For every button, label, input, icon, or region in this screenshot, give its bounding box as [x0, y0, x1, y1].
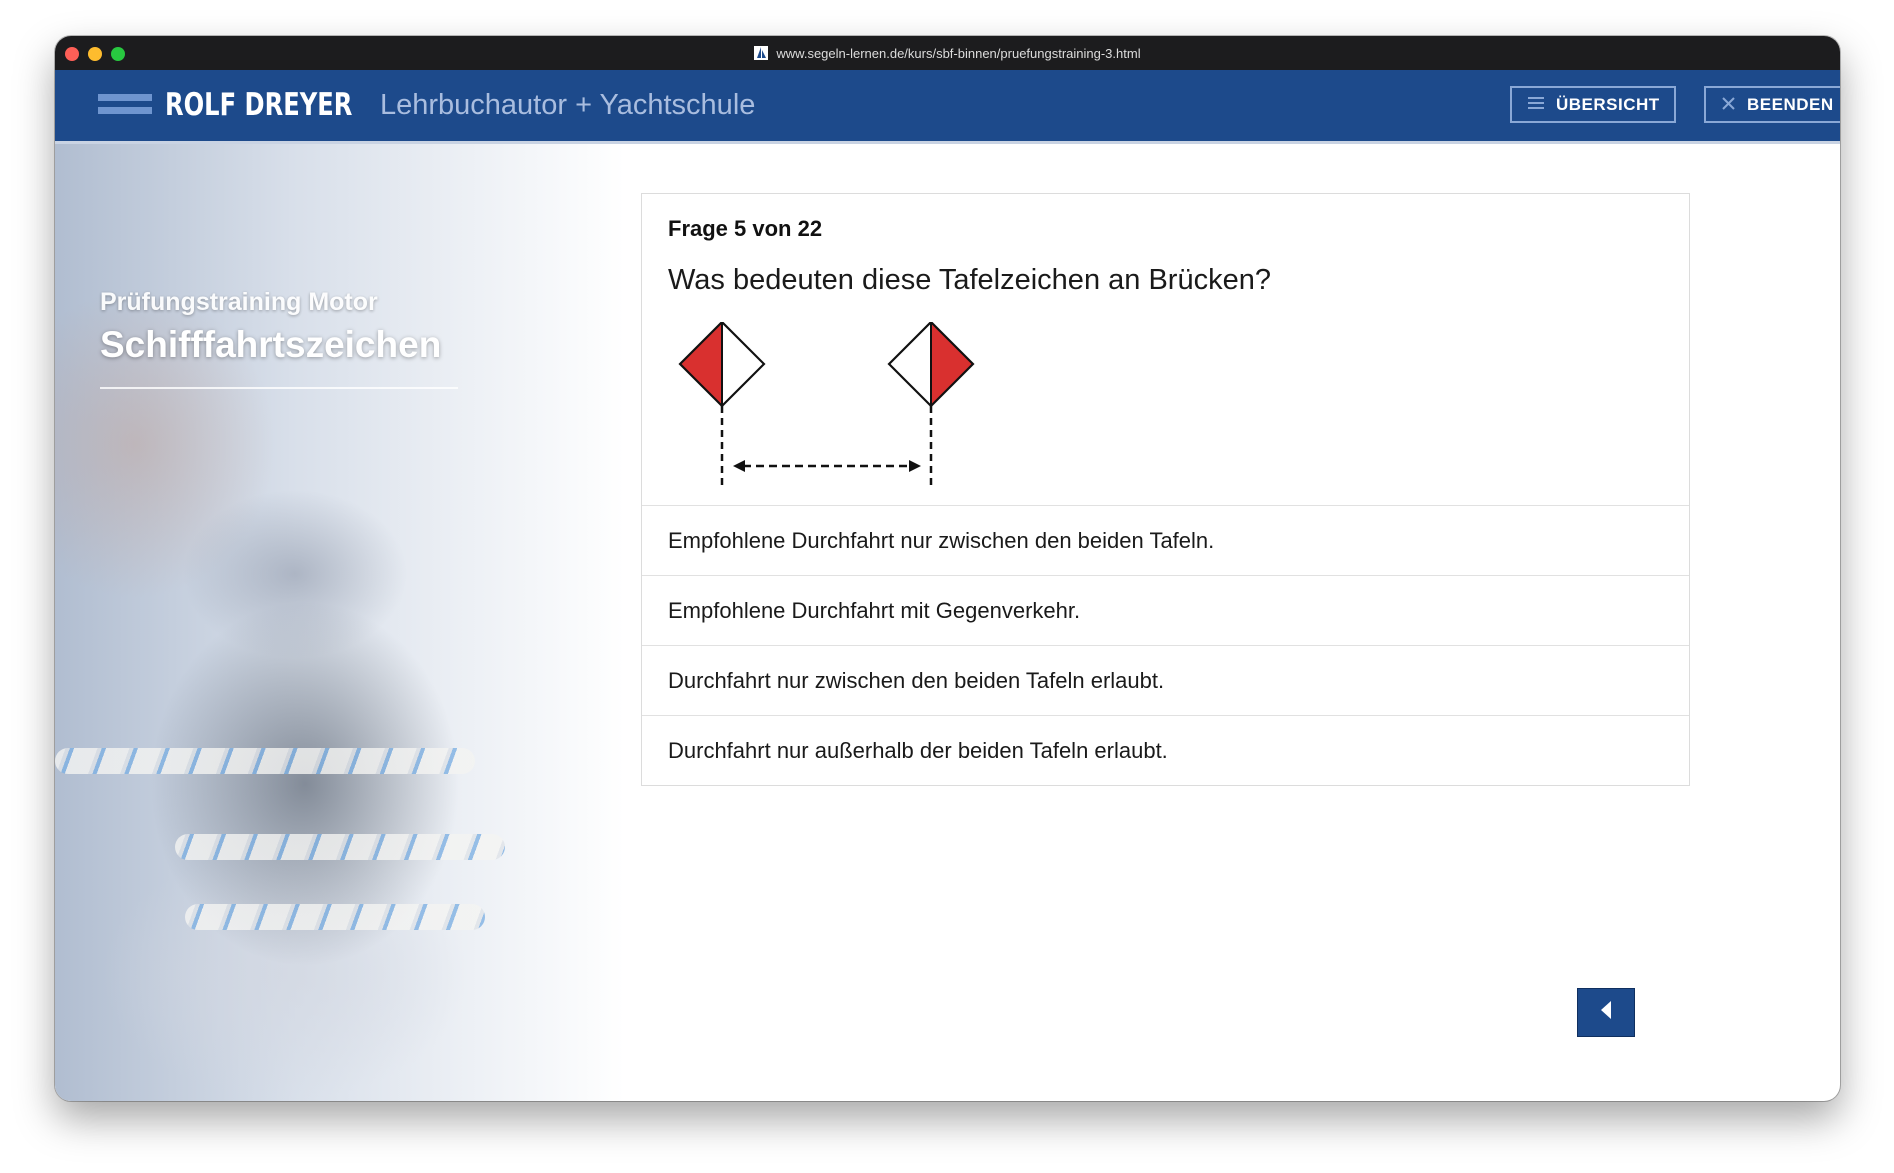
quit-label: BEENDEN [1747, 94, 1834, 114]
overview-label: ÜBERSICHT [1556, 94, 1660, 114]
answer-text: Durchfahrt nur außerhalb der beiden Tafe… [668, 737, 1168, 763]
question-card: Frage 5 von 22 Was bedeuten diese Tafelz… [641, 193, 1690, 786]
left-sign [678, 322, 766, 487]
title-divider [100, 387, 458, 389]
browser-window: www.segeln-lernen.de/kurs/sbf-binnen/pru… [55, 36, 1840, 1101]
right-sign [887, 322, 975, 487]
passage-arrow [733, 460, 921, 472]
course-subtitle: Prüfungstraining Motor [100, 288, 378, 316]
brand-tagline: Lehrbuchautor + Yachtschule [380, 89, 756, 121]
close-icon [1722, 93, 1735, 116]
question-counter: Frage 5 von 22 [668, 216, 823, 241]
answer-option-3[interactable]: Durchfahrt nur zwischen den beiden Tafel… [642, 645, 1689, 715]
rope-decoration [55, 748, 475, 774]
browser-titlebar: www.segeln-lernen.de/kurs/sbf-binnen/pru… [55, 36, 1840, 70]
answer-option-4[interactable]: Durchfahrt nur außerhalb der beiden Tafe… [642, 715, 1689, 785]
question-text: Was bedeuten diese Tafelzeichen an Brück… [668, 264, 1271, 296]
course-title: Schifffahrtszeichen [100, 324, 442, 365]
brand-name[interactable]: ROLF DREYER [165, 84, 352, 126]
previous-question-button[interactable] [1577, 988, 1635, 1037]
sailboat-icon [754, 46, 769, 60]
bridge-signs-illustration [678, 322, 975, 487]
menu-icon [1528, 93, 1544, 116]
quit-button[interactable]: BEENDEN [1704, 86, 1840, 123]
rope-decoration [185, 904, 485, 930]
answer-option-2[interactable]: Empfohlene Durchfahrt mit Gegenverkehr. [642, 575, 1689, 645]
address-bar[interactable]: www.segeln-lernen.de/kurs/sbf-binnen/pru… [55, 36, 1840, 70]
rope-decoration [175, 834, 505, 860]
answer-text: Durchfahrt nur zwischen den beiden Tafel… [668, 667, 1165, 693]
chevron-left-icon [1599, 1000, 1613, 1025]
answer-option-1[interactable]: Empfohlene Durchfahrt nur zwischen den b… [642, 505, 1689, 575]
overview-button[interactable]: ÜBERSICHT [1510, 86, 1676, 123]
answer-text: Empfohlene Durchfahrt nur zwischen den b… [668, 527, 1215, 553]
url-text: www.segeln-lernen.de/kurs/sbf-binnen/pru… [776, 45, 1141, 61]
sidebar-hero-image: Prüfungstraining Motor Schifffahrtszeich… [55, 144, 655, 1101]
logo-icon[interactable] [98, 94, 152, 120]
answer-text: Empfohlene Durchfahrt mit Gegenverkehr. [668, 597, 1081, 623]
